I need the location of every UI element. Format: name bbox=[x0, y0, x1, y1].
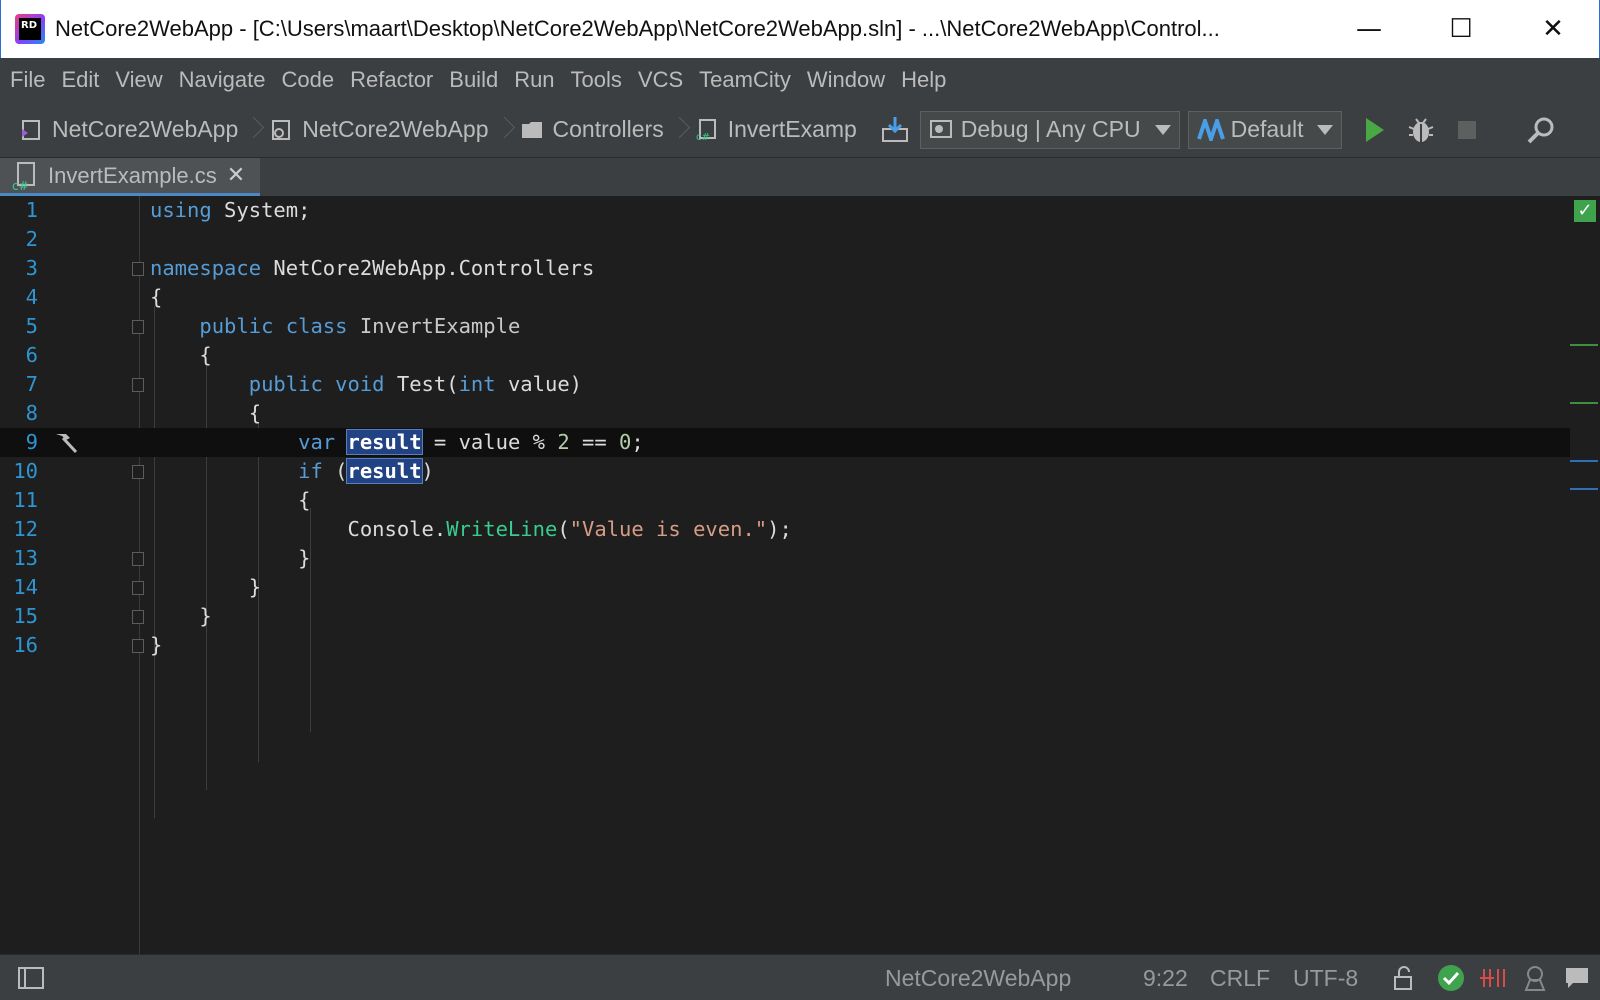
fold-toggle-icon[interactable] bbox=[132, 465, 144, 479]
breadcrumb-separator bbox=[670, 102, 690, 158]
menu-vcs[interactable]: VCS bbox=[638, 67, 683, 93]
status-line-ending[interactable]: CRLF bbox=[1210, 965, 1270, 992]
close-tab-icon[interactable]: ✕ bbox=[227, 163, 245, 188]
fold-toggle-icon[interactable] bbox=[132, 378, 144, 392]
csharp-file-icon: c# bbox=[696, 118, 716, 141]
code-line: 6 { bbox=[25, 343, 212, 367]
code-line: 4 { bbox=[25, 285, 163, 309]
menu-build[interactable]: Build bbox=[449, 67, 498, 93]
code-line: 16 } bbox=[13, 633, 163, 657]
code-line: 8 { bbox=[25, 401, 262, 425]
code-line: 2 bbox=[25, 227, 38, 251]
solution-wide-analysis-icon[interactable] bbox=[1478, 963, 1508, 993]
toggle-tool-windows-icon[interactable] bbox=[18, 966, 44, 989]
bug-icon bbox=[1409, 117, 1434, 142]
hammer-icon[interactable] bbox=[50, 428, 80, 457]
usage-marker[interactable] bbox=[1570, 488, 1598, 490]
fold-end-icon[interactable] bbox=[132, 639, 144, 653]
window-title: NetCore2WebApp - [C:\Users\maart\Desktop… bbox=[55, 16, 1220, 41]
menu-code[interactable]: Code bbox=[282, 67, 335, 93]
readonly-lock-icon[interactable] bbox=[1388, 963, 1418, 993]
navigation-toolbar: NetCore2WebApp NetCore2WebApp Controller… bbox=[0, 102, 1600, 158]
error-stripe[interactable]: ✓ bbox=[1570, 196, 1600, 954]
menu-help[interactable]: Help bbox=[901, 67, 946, 93]
configuration-icon bbox=[929, 119, 952, 138]
code-line: 14 } bbox=[13, 575, 262, 599]
maximize-button[interactable]: ☐ bbox=[1415, 0, 1507, 58]
menu-edit[interactable]: Edit bbox=[61, 67, 99, 93]
stop-button[interactable] bbox=[1450, 113, 1484, 147]
code-line: 15 } bbox=[13, 604, 212, 628]
fold-end-icon[interactable] bbox=[132, 581, 144, 595]
tab-label: InvertExample.cs bbox=[48, 162, 217, 188]
inspector-icon[interactable] bbox=[1520, 963, 1550, 993]
svg-text:c#: c# bbox=[696, 132, 710, 141]
search-everywhere-button[interactable] bbox=[1524, 113, 1558, 147]
solution-icon bbox=[22, 119, 40, 140]
code-line: 13 } bbox=[13, 546, 311, 570]
window-controls: — ☐ ✕ bbox=[1323, 0, 1599, 58]
breadcrumb-folder[interactable]: Controllers bbox=[521, 116, 664, 143]
code-line: 1 using System; bbox=[25, 198, 311, 222]
code-line: 3 namespace NetCore2WebApp.Controllers bbox=[25, 256, 595, 280]
change-marker[interactable] bbox=[1570, 402, 1598, 404]
search-icon bbox=[1528, 117, 1554, 143]
menu-run[interactable]: Run bbox=[514, 67, 554, 93]
menu-tools[interactable]: Tools bbox=[571, 67, 622, 93]
code-editor[interactable]: 1 using System; 2 3 namespace NetCore2We… bbox=[0, 196, 1600, 954]
close-window-button[interactable]: ✕ bbox=[1507, 0, 1599, 58]
fold-end-icon[interactable] bbox=[132, 610, 144, 624]
chevron-down-icon bbox=[1317, 124, 1334, 135]
menu-refactor[interactable]: Refactor bbox=[350, 67, 433, 93]
debug-button[interactable] bbox=[1404, 113, 1438, 147]
project-icon bbox=[272, 119, 291, 140]
menu-view[interactable]: View bbox=[115, 67, 162, 93]
menu-bar: File Edit View Navigate Code Refactor Bu… bbox=[0, 58, 1600, 102]
stop-icon bbox=[1458, 120, 1477, 139]
editor-tabs: c# InvertExample.cs ✕ bbox=[0, 158, 1600, 196]
change-marker[interactable] bbox=[1570, 344, 1598, 346]
build-configuration-select[interactable]: Debug | Any CPU bbox=[919, 110, 1180, 149]
breadcrumb-file[interactable]: c# InvertExamp bbox=[696, 116, 866, 143]
breadcrumb-project[interactable]: NetCore2WebApp bbox=[270, 116, 489, 143]
code-line: 12 Console.WriteLine("Value is even."); bbox=[13, 517, 792, 541]
folder-icon bbox=[521, 121, 542, 138]
fold-toggle-icon[interactable] bbox=[132, 320, 144, 334]
fold-end-icon[interactable] bbox=[132, 552, 144, 566]
minimize-button[interactable]: — bbox=[1323, 0, 1415, 58]
status-bar: NetCore2WebApp 9:22 CRLF UTF-8 bbox=[0, 954, 1600, 1000]
status-encoding[interactable]: UTF-8 bbox=[1293, 965, 1358, 992]
menu-file[interactable]: File bbox=[10, 67, 45, 93]
tab-invertexample[interactable]: c# InvertExample.cs ✕ bbox=[0, 158, 260, 196]
inspection-ok-icon[interactable] bbox=[1436, 963, 1466, 993]
build-deploy-icon[interactable] bbox=[878, 113, 912, 147]
title-bar: RD NetCore2WebApp - [C:\Users\maart\Desk… bbox=[0, 0, 1600, 58]
breadcrumb-separator bbox=[495, 102, 515, 158]
code-line: 11 { bbox=[13, 488, 311, 512]
status-project[interactable]: NetCore2WebApp bbox=[885, 965, 1071, 992]
play-icon bbox=[1366, 117, 1385, 142]
menu-navigate[interactable]: Navigate bbox=[179, 67, 266, 93]
svg-text:c#: c# bbox=[12, 179, 29, 191]
dotnet-icon bbox=[1196, 118, 1225, 141]
run-button[interactable] bbox=[1358, 113, 1392, 147]
menu-teamcity[interactable]: TeamCity bbox=[699, 67, 791, 93]
current-code-line: 9 var result = value % 2 == 0; bbox=[0, 428, 1570, 457]
code-line: 5 public class InvertExample bbox=[25, 314, 521, 338]
code-line: 10 if (result) bbox=[13, 458, 434, 484]
code-line: 7 public void Test(int value) bbox=[25, 372, 583, 396]
menu-window[interactable]: Window bbox=[807, 67, 885, 93]
event-log-icon[interactable] bbox=[1562, 963, 1592, 993]
fold-toggle-icon[interactable] bbox=[132, 262, 144, 276]
chevron-down-icon bbox=[1154, 124, 1171, 135]
breadcrumb-separator bbox=[244, 102, 264, 158]
status-caret-position[interactable]: 9:22 bbox=[1143, 965, 1188, 992]
no-problems-check-icon[interactable]: ✓ bbox=[1574, 200, 1596, 222]
breadcrumb-solution[interactable]: NetCore2WebApp bbox=[20, 116, 238, 143]
rider-logo-icon: RD bbox=[15, 14, 45, 44]
usage-marker[interactable] bbox=[1570, 460, 1598, 462]
csharp-file-icon: c# bbox=[12, 161, 35, 191]
runtime-select[interactable]: Default bbox=[1187, 110, 1343, 149]
